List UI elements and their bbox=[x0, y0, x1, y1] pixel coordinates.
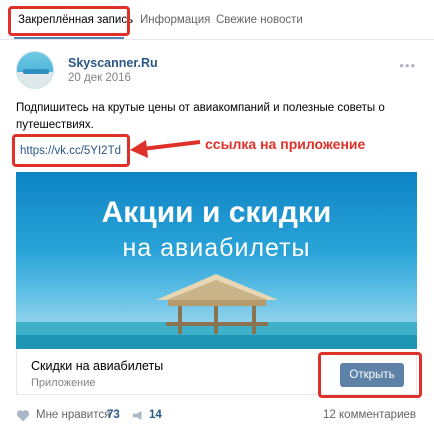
highlight-box-link bbox=[12, 134, 130, 167]
banner-image[interactable]: Акции и скидки на авиабилеты bbox=[16, 172, 417, 349]
like-label[interactable]: Мне нравится bbox=[36, 409, 110, 421]
active-tab-indicator bbox=[14, 37, 124, 39]
avatar[interactable] bbox=[16, 51, 54, 89]
app-card-title[interactable]: Скидки на авиабилеты bbox=[31, 359, 163, 373]
post-date[interactable]: 20 дек 2016 bbox=[68, 72, 131, 84]
highlight-box-tab bbox=[8, 6, 130, 36]
like-count[interactable]: 73 bbox=[107, 409, 120, 421]
beach-hut-illustration bbox=[16, 274, 417, 349]
annotation-text: ссылка на приложение bbox=[205, 136, 366, 152]
more-options-icon[interactable]: ••• bbox=[399, 58, 416, 73]
highlight-box-button bbox=[318, 352, 422, 398]
annotation-arrow-icon bbox=[130, 140, 201, 158]
tab-information[interactable]: Информация bbox=[140, 14, 210, 26]
heart-icon[interactable] bbox=[16, 409, 30, 422]
app-card-subtitle: Приложение bbox=[31, 377, 96, 389]
comments-link[interactable]: 12 комментариев bbox=[323, 409, 416, 421]
post-author[interactable]: Skyscanner.Ru bbox=[68, 56, 158, 70]
megaphone-icon[interactable] bbox=[131, 409, 145, 422]
post-actions: Мне нравится 73 14 12 комментариев bbox=[0, 402, 434, 439]
tab-latest-news[interactable]: Свежие новости bbox=[216, 14, 303, 26]
share-count[interactable]: 14 bbox=[149, 409, 162, 421]
post-text: Подпишитесь на крутые цены от авиакомпан… bbox=[16, 102, 385, 131]
